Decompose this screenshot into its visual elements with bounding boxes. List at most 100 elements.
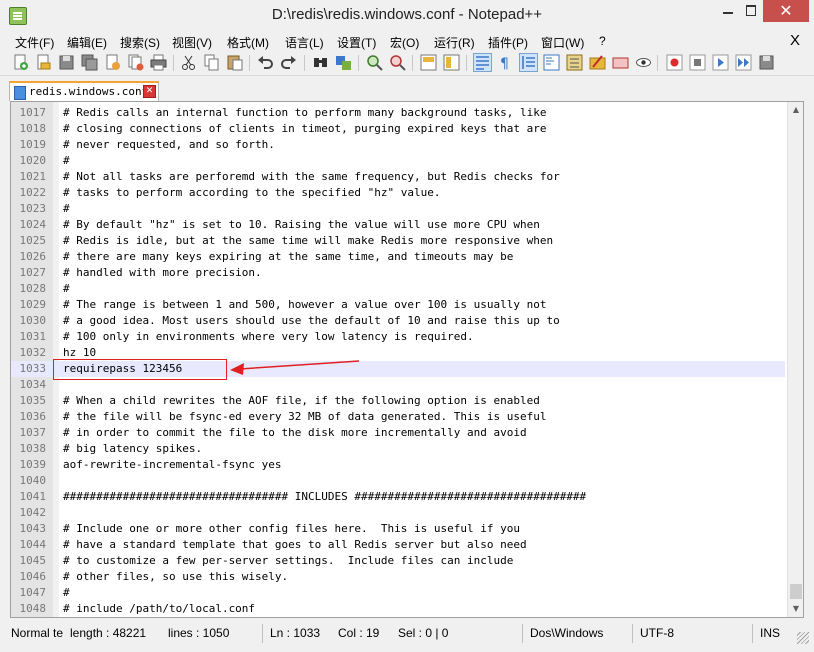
scroll-up-icon[interactable]: ▲ [788,102,803,118]
line-text[interactable]: # [63,281,70,297]
code-line[interactable]: 1044 # have a standard template that goes… [11,537,785,553]
record-macro-icon[interactable] [666,54,683,71]
menu-help[interactable]: ? [599,34,606,48]
eye-icon[interactable] [635,54,652,71]
line-text[interactable]: # Not all tasks are perforemd with the s… [63,169,560,185]
code-line[interactable]: 1029 # The range is between 1 and 500, ho… [11,297,785,313]
tab-close-icon[interactable]: ✕ [143,85,156,98]
code-line[interactable]: 1043 # Include one or more other config f… [11,521,785,537]
code-line[interactable]: 1038 # big latency spikes. [11,441,785,457]
line-text[interactable]: # The range is between 1 and 500, howeve… [63,297,546,313]
monitoring-icon[interactable] [612,54,629,71]
paste-icon[interactable] [226,54,243,71]
line-text[interactable]: # big latency spikes. [63,441,202,457]
menu-settings[interactable]: 设置(T) [337,34,376,51]
close-icon[interactable] [104,54,121,71]
word-wrap-icon[interactable] [473,53,492,72]
close-all-icon[interactable] [127,54,144,71]
code-line[interactable]: 1028 # [11,281,785,297]
code-line[interactable]: 1021 # Not all tasks are perforemd with t… [11,169,785,185]
menu-window[interactable]: 窗口(W) [541,34,584,51]
line-text[interactable]: # a good idea. Most users should use the… [63,313,560,329]
find-icon[interactable] [312,54,329,71]
code-line[interactable]: 1031 # 100 only in environments where ver… [11,329,785,345]
minimize-button[interactable] [717,0,739,22]
stop-macro-icon[interactable] [689,54,706,71]
line-text[interactable]: # Redis is idle, but at the same time wi… [63,233,553,249]
line-text[interactable]: # [63,585,70,601]
new-file-icon[interactable] [12,54,29,71]
resize-grip-icon[interactable] [797,632,809,644]
save-macro-icon[interactable] [758,54,775,71]
code-line[interactable]: 1035 # When a child rewrites the AOF file… [11,393,785,409]
folder-workspace-icon[interactable] [589,54,606,71]
line-text[interactable]: # Redis calls an internal function to pe… [63,105,546,121]
code-line[interactable]: 1026 # there are many keys expiring at th… [11,249,785,265]
menu-file[interactable]: 文件(F) [15,34,54,51]
scroll-down-icon[interactable]: ▼ [788,601,803,617]
menu-view[interactable]: 视图(V) [172,34,212,51]
tab-redis-windows-conf[interactable]: redis.windows.conf ✕ [9,81,159,101]
menu-run[interactable]: 运行(R) [434,34,475,51]
zoom-in-icon[interactable] [366,54,383,71]
line-text[interactable]: # tasks to perform according to the spec… [63,185,441,201]
code-line[interactable]: 1041 ################################## I… [11,489,785,505]
play-macro-icon[interactable] [712,54,729,71]
code-line[interactable]: 1024 # By default "hz" is set to 10. Rais… [11,217,785,233]
code-line[interactable]: 1048 # include /path/to/local.conf [11,601,785,617]
code-line[interactable]: 1037 # in order to commit the file to the… [11,425,785,441]
line-text[interactable]: # Include one or more other config files… [63,521,520,537]
close-window-button[interactable]: ✕ [763,0,809,22]
code-line[interactable]: 1022 # tasks to perform according to the … [11,185,785,201]
menu-macro[interactable]: 宏(O) [390,34,419,51]
line-text[interactable]: # other files, so use this wisely. [63,569,288,585]
line-text[interactable]: # have a standard template that goes to … [63,537,527,553]
line-text[interactable]: # the file will be fsync-ed every 32 MB … [63,409,546,425]
code-line[interactable]: 1030 # a good idea. Most users should use… [11,313,785,329]
show-all-chars-icon[interactable]: ¶ [497,54,514,71]
editor-area[interactable]: 1017 # Redis calls an internal function t… [10,101,804,618]
line-text[interactable]: # By default "hz" is set to 10. Raising … [63,217,540,233]
copy-icon[interactable] [203,54,220,71]
print-icon[interactable] [150,54,167,71]
line-text[interactable]: # in order to commit the file to the dis… [63,425,527,441]
vertical-scrollbar[interactable]: ▲ ▼ [787,102,803,617]
indent-guide-icon[interactable] [519,53,538,72]
line-text[interactable]: # never requested, and so forth. [63,137,275,153]
line-text[interactable]: ################################## INCLU… [63,489,586,505]
code-line[interactable]: 1036 # the file will be fsync-ed every 32… [11,409,785,425]
code-line[interactable]: 1025 # Redis is idle, but at the same tim… [11,233,785,249]
menu-plugins[interactable]: 插件(P) [488,34,528,51]
line-text[interactable]: # 100 only in environments where very lo… [63,329,474,345]
menu-search[interactable]: 搜索(S) [120,34,160,51]
code-line[interactable]: 1018 # closing connections of clients in … [11,121,785,137]
code-line[interactable]: 1019 # never requested, and so forth. [11,137,785,153]
line-text[interactable]: # handled with more precision. [63,265,262,281]
menu-edit[interactable]: 编辑(E) [67,34,107,51]
document-map-icon[interactable] [543,54,560,71]
code-line[interactable]: 1045 # to customize a few per-server sett… [11,553,785,569]
sync-vertical-icon[interactable] [420,54,437,71]
line-text[interactable]: # closing connections of clients in time… [63,121,546,137]
zoom-out-icon[interactable] [389,54,406,71]
sync-horizontal-icon[interactable] [443,54,460,71]
scrollbar-thumb[interactable] [790,584,802,599]
line-text[interactable]: # When a child rewrites the AOF file, if… [63,393,540,409]
code-line[interactable]: 1047 # [11,585,785,601]
open-file-icon[interactable] [35,54,52,71]
code-line[interactable]: 1017 # Redis calls an internal function t… [11,105,785,121]
menu-format[interactable]: 格式(M) [227,34,269,51]
code-line[interactable]: 1046 # other files, so use this wisely. [11,569,785,585]
cut-icon[interactable] [180,54,197,71]
maximize-button[interactable] [740,0,762,22]
code-line[interactable]: 1042 [11,505,785,521]
code-line[interactable]: 1027 # handled with more precision. [11,265,785,281]
code-line[interactable]: 1020 # [11,153,785,169]
code-line[interactable]: 1039 aof-rewrite-incremental-fsync yes [11,457,785,473]
replace-icon[interactable] [335,54,352,71]
run-macro-multiple-icon[interactable] [735,54,752,71]
line-text[interactable]: # to customize a few per-server settings… [63,553,513,569]
undo-icon[interactable] [257,54,274,71]
code-line[interactable]: 1040 [11,473,785,489]
line-text[interactable]: # there are many keys expiring at the sa… [63,249,513,265]
